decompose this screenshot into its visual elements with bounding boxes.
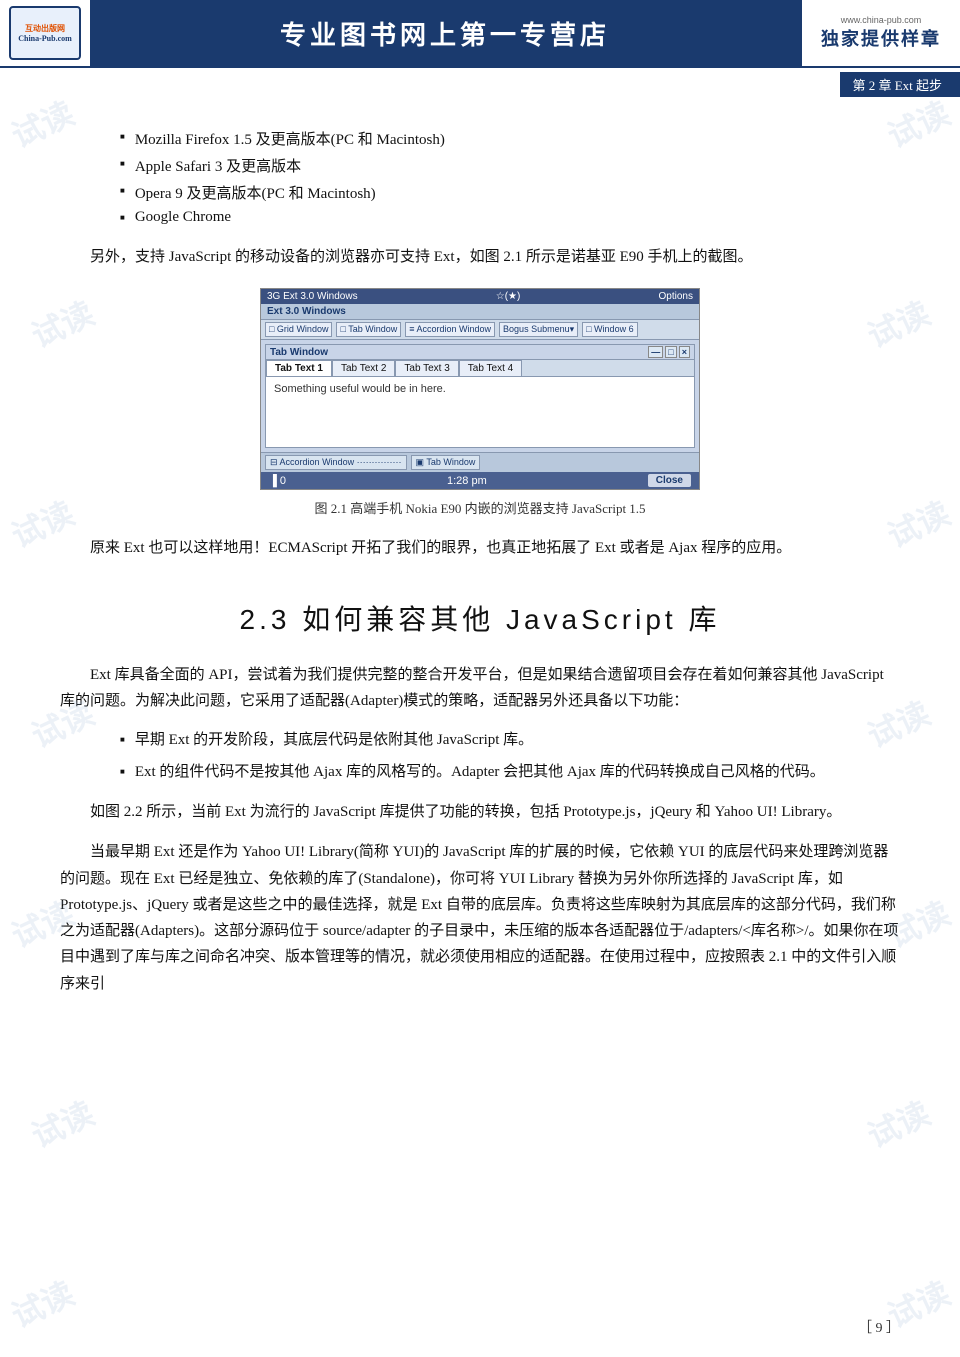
watermark: 试读 xyxy=(23,1089,100,1158)
logo-box: 互动出版网 China-Pub.com xyxy=(9,6,81,60)
list-item: Ext 的组件代码不是按其他 Ajax 库的风格写的。Adapter 会把其他 … xyxy=(120,760,900,786)
restore-button[interactable]: □ xyxy=(665,346,676,358)
page-number: ［ 9 ］ xyxy=(858,1317,900,1337)
main-content: Mozilla Firefox 1.5 及更高版本(PC 和 Macintosh… xyxy=(0,98,960,1041)
paragraph-5: 当最早期 Ext 还是作为 Yahoo UI! Library(简称 YUI)的… xyxy=(60,839,900,997)
phone-bottombar: ▐ 0 1:28 pm Close xyxy=(261,472,699,489)
ext-nav-title: Ext 3.0 Windows xyxy=(267,306,346,317)
screenshot-container: 3G Ext 3.0 Windows ☆(★) Options Ext 3.0 … xyxy=(240,288,720,517)
logo-top-text: 互动出版网 xyxy=(25,23,65,34)
tab-text-3[interactable]: Tab Text 3 xyxy=(395,360,458,376)
exclusive-label: 独家提供样章 xyxy=(821,25,941,51)
watermark: 试读 xyxy=(859,1089,936,1158)
header-url: www.china-pub.com xyxy=(841,15,922,25)
toolbar-grid-window[interactable]: □ Grid Window xyxy=(265,322,332,337)
toolbar-tab-window[interactable]: □ Tab Window xyxy=(336,322,401,337)
chapter-tag: 第 2 章 Ext 起步 xyxy=(840,72,960,97)
tab-window-title: Tab Window xyxy=(270,347,328,358)
phone-statusbar: 3G Ext 3.0 Windows ☆(★) Options xyxy=(261,289,699,304)
toolbar-bogus-submenu[interactable]: Bogus Submenu▾ xyxy=(499,322,578,337)
ext-toolbar: □ Grid Window □ Tab Window ≡ Accordion W… xyxy=(261,320,699,340)
screenshot-box: 3G Ext 3.0 Windows ☆(★) Options Ext 3.0 … xyxy=(260,288,700,490)
tab-window-accordion-item[interactable]: ▣ Tab Window xyxy=(411,455,481,470)
accordion-window-item[interactable]: ⊟ Accordion Window ··············· xyxy=(265,455,407,470)
bottom-time: 1:28 pm xyxy=(447,475,487,487)
paragraph-2: 原来 Ext 也可以这样地用！ECMAScript 开拓了我们的眼界，也真正地拓… xyxy=(60,535,900,561)
window-controls: — □ × xyxy=(648,346,690,358)
browser-list: Mozilla Firefox 1.5 及更高版本(PC 和 Macintosh… xyxy=(120,128,900,226)
ext-nav-bar: Ext 3.0 Windows xyxy=(261,304,699,320)
list-item: Opera 9 及更高版本(PC 和 Macintosh) xyxy=(120,182,900,203)
site-title-area: 专业图书网上第一专营店 xyxy=(90,0,800,66)
bottom-close-button[interactable]: Close xyxy=(648,474,691,487)
statusbar-icon: ☆(★) xyxy=(496,291,521,302)
close-button[interactable]: × xyxy=(679,346,690,358)
list-item: 早期 Ext 的开发阶段，其底层代码是依附其他 JavaScript 库。 xyxy=(120,728,900,754)
paragraph-4: 如图 2.2 所示，当前 Ext 为流行的 JavaScript 库提供了功能的… xyxy=(60,799,900,825)
header-right-area: www.china-pub.com 独家提供样章 xyxy=(800,0,960,66)
tab-window-box: Tab Window — □ × Tab Text 1 Tab Text 2 T… xyxy=(265,344,695,448)
section-heading: 2.3 如何兼容其他 JavaScript 库 xyxy=(60,598,900,638)
watermark: 试读 xyxy=(3,1269,80,1338)
accordion-bar: ⊟ Accordion Window ··············· ▣ Tab… xyxy=(261,452,699,472)
list-item: Google Chrome xyxy=(120,209,900,226)
site-title: 专业图书网上第一专营店 xyxy=(280,15,610,52)
tab-text-4[interactable]: Tab Text 4 xyxy=(459,360,522,376)
tab-text-2[interactable]: Tab Text 2 xyxy=(332,360,395,376)
statusbar-right: ☆(★) xyxy=(496,291,521,302)
options-button[interactable]: Options xyxy=(659,291,693,302)
bottom-left: ▐ 0 xyxy=(269,475,286,487)
tab-content: Something useful would be in here. xyxy=(266,377,694,447)
statusbar-left: 3G Ext 3.0 Windows xyxy=(267,291,358,302)
tab-row: Tab Text 1 Tab Text 2 Tab Text 3 Tab Tex… xyxy=(266,360,694,377)
logo-bottom-text: China-Pub.com xyxy=(18,34,72,43)
paragraph-1: 另外，支持 JavaScript 的移动设备的浏览器亦可支持 Ext，如图 2.… xyxy=(60,244,900,270)
logo-area: 互动出版网 China-Pub.com xyxy=(0,0,90,66)
tab-text-1[interactable]: Tab Text 1 xyxy=(266,360,332,376)
tab-window-titlebar: Tab Window — □ × xyxy=(266,345,694,360)
adapter-feature-list: 早期 Ext 的开发阶段，其底层代码是依附其他 JavaScript 库。 Ex… xyxy=(120,728,900,785)
toolbar-accordion-window[interactable]: ≡ Accordion Window xyxy=(405,322,495,337)
list-item: Mozilla Firefox 1.5 及更高版本(PC 和 Macintosh… xyxy=(120,128,900,149)
minimize-button[interactable]: — xyxy=(648,346,663,358)
list-item: Apple Safari 3 及更高版本 xyxy=(120,155,900,176)
figure-caption: 图 2.1 高端手机 Nokia E90 内嵌的浏览器支持 JavaScript… xyxy=(314,498,645,517)
paragraph-3: Ext 库具备全面的 API，尝试着为我们提供完整的整合开发平台，但是如果结合遗… xyxy=(60,662,900,715)
toolbar-window6[interactable]: □ Window 6 xyxy=(582,322,637,337)
header: 互动出版网 China-Pub.com 专业图书网上第一专营店 www.chin… xyxy=(0,0,960,68)
